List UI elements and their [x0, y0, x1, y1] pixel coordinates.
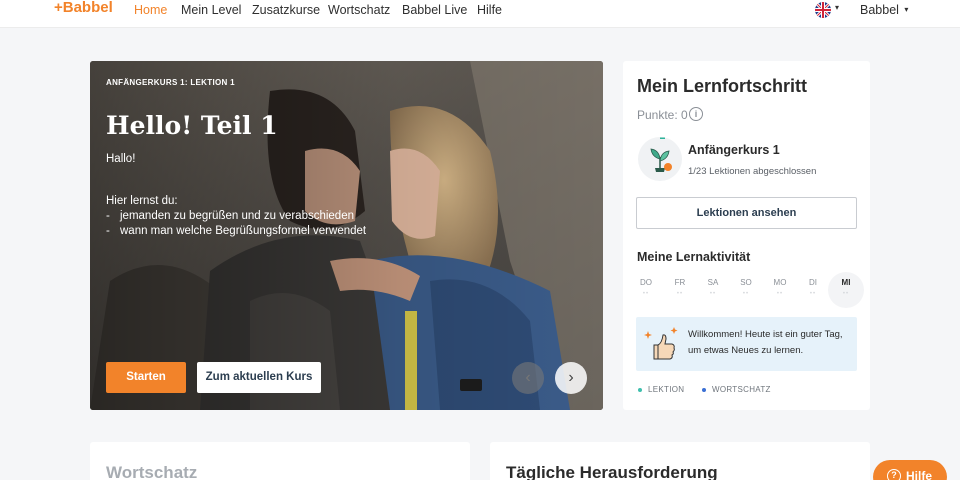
lesson-goal-text: jemanden zu begrüßen und zu verabschiede… [120, 210, 354, 222]
lesson-greeting: Hallo! [106, 153, 136, 165]
nav-mein-level[interactable]: Mein Level [181, 3, 241, 17]
legend-lesson: LEKTION [638, 385, 684, 394]
day-activity-dots: •• [742, 291, 750, 297]
points-label: Punkte: 0 [637, 108, 688, 122]
day-label: DI [809, 278, 817, 287]
user-chevron-down-icon: ▾ [904, 5, 909, 14]
legend-lesson-dot [638, 387, 642, 392]
progress-title: Mein Lernfortschritt [637, 76, 808, 96]
thumbs-up-icon [644, 327, 678, 360]
day-label: FR [674, 278, 686, 287]
uk-flag-icon[interactable] [815, 2, 831, 18]
legend-vocabulary: WORTSCHATZ [702, 385, 771, 394]
legend-lesson-label: LEKTION [648, 385, 685, 394]
bullet-dash: - [106, 210, 110, 222]
start-lesson-button[interactable]: Starten [106, 362, 186, 393]
babbel-logo[interactable]: +Babbel [54, 0, 113, 16]
day-activity-dots: •• [842, 291, 850, 297]
day-label: DO [640, 278, 652, 287]
nav-zusatzkurse[interactable]: Zusatzkurse [252, 3, 320, 17]
welcome-text: Willkommen! Heute ist ein guter Tag, um … [688, 329, 843, 356]
day-label: SO [740, 278, 752, 287]
day-activity-dots: •• [709, 291, 717, 297]
day-activity-dots: •• [809, 291, 817, 297]
user-menu[interactable]: Babbel ▾ [860, 3, 908, 17]
badge-level-marker: ▬ [660, 135, 665, 141]
lesson-kicker: ANFÄNGERKURS 1: LEKTION 1 [106, 78, 235, 87]
nav-babbel-live[interactable]: Babbel Live [402, 3, 467, 17]
day-activity-dots: •• [776, 291, 784, 297]
lesson-goal-item: - wann man welche Begrüßungsformel verwen… [106, 225, 366, 237]
nav-hilfe[interactable]: Hilfe [477, 3, 502, 17]
help-label: Hilfe [906, 469, 933, 480]
lesson-goals-heading: Hier lernst du: [106, 195, 178, 207]
language-chevron-down-icon[interactable]: ▾ [835, 3, 839, 12]
day-activity-dots: •• [642, 291, 650, 297]
day-activity-dots: •• [676, 291, 684, 297]
day-label-today: MI [841, 278, 851, 287]
nav-home[interactable]: Home [134, 3, 167, 17]
lesson-hero-card: ANFÄNGERKURS 1: LEKTION 1 Hello! Teil 1 … [90, 61, 603, 410]
course-name: Anfängerkurs 1 [688, 143, 780, 157]
welcome-message-box: Willkommen! Heute ist ein guter Tag, um … [636, 317, 857, 371]
lesson-goal-item: - jemanden zu begrüßen und zu verabschied… [106, 210, 354, 222]
lesson-goal-text: wann man welche Begrüßungsformel verwend… [120, 225, 367, 237]
carousel-next-chevron-right-icon[interactable]: › [555, 362, 587, 394]
legend-vocabulary-label: WORTSCHATZ [712, 385, 771, 394]
course-badge [638, 137, 682, 181]
top-navigation: +Babbel Home Mein Level Zusatzkurse Wort… [0, 0, 960, 28]
daily-challenge-card: Tägliche Herausforderung [490, 442, 870, 480]
vocabulary-card: Wortschatz [90, 442, 470, 480]
help-button[interactable]: ? Hilfe [873, 460, 947, 480]
question-icon: ? [887, 469, 901, 480]
vocabulary-card-title: Wortschatz [106, 463, 198, 480]
learning-progress-card: Mein Lernfortschritt Punkte: 0 i ▬ Anfän… [623, 61, 870, 410]
legend-vocabulary-dot [702, 387, 706, 392]
day-label: MO [773, 278, 787, 287]
course-status: 1/23 Lektionen abgeschlossen [688, 166, 817, 177]
bullet-dash: - [106, 225, 110, 237]
nav-wortschatz[interactable]: Wortschatz [328, 3, 390, 17]
daily-challenge-title: Tägliche Herausforderung [506, 463, 718, 480]
view-lessons-button[interactable]: Lektionen ansehen [636, 197, 857, 229]
user-menu-label: Babbel [860, 3, 899, 17]
sprout-icon [650, 148, 672, 172]
carousel-prev-chevron-left-icon[interactable]: ‹ [512, 362, 544, 394]
activity-title: Meine Lernaktivität [637, 250, 751, 264]
day-label: SA [707, 278, 719, 287]
current-course-button[interactable]: Zum aktuellen Kurs [197, 362, 321, 393]
info-icon[interactable]: i [689, 107, 703, 121]
lesson-title: Hello! Teil 1 [106, 111, 278, 140]
